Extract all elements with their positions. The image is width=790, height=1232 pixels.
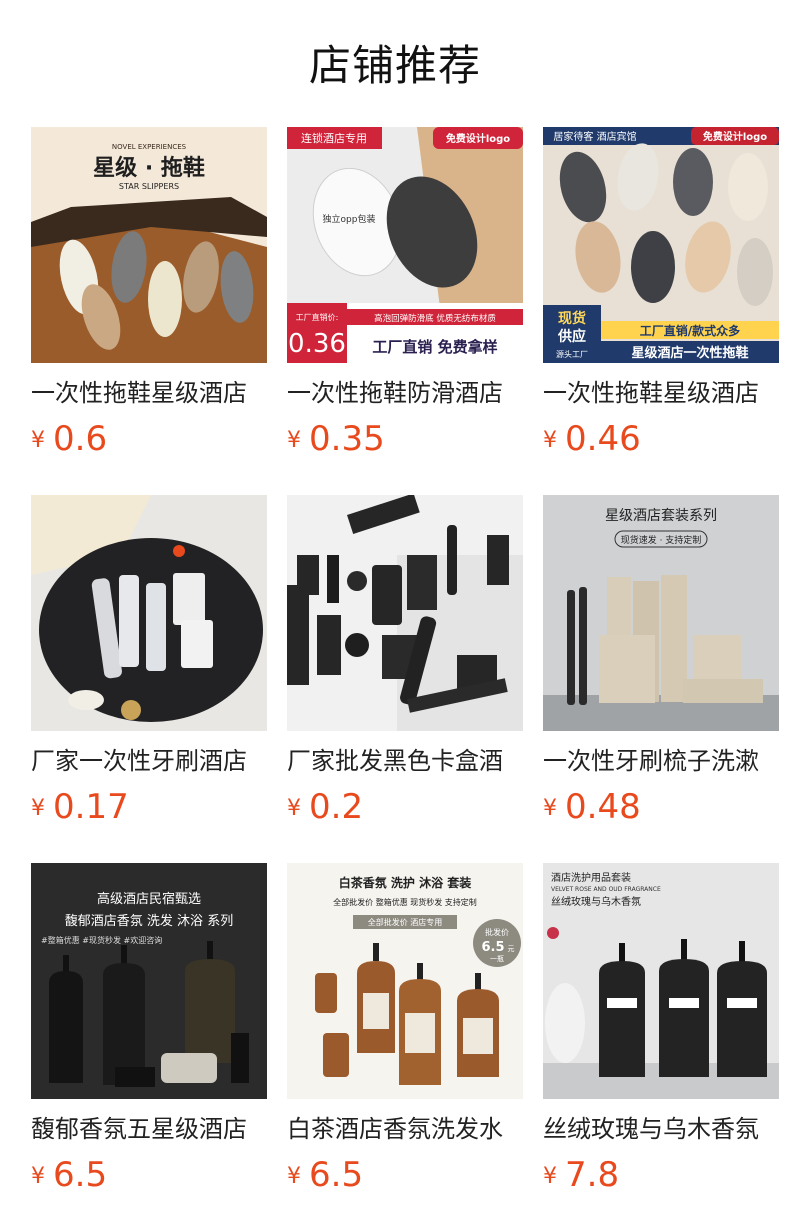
product-name[interactable]: 厂家一次性牙刷酒店 [31,743,267,779]
image-caption: 高级酒店民宿甄选 [97,891,201,907]
currency-symbol: ¥ [287,1164,301,1189]
product-card[interactable]: 酒店洗护用品套装 VELVET ROSE AND OUD FRAGRANCE 丝… [543,863,779,1231]
product-price: ¥0.17 [31,783,267,831]
product-name[interactable]: 丝绒玫瑰与乌木香氛 [543,1111,779,1147]
toiletry-kit-image[interactable] [31,495,267,731]
slippers-image[interactable]: 连锁酒店专用 免费设计logo 独立opp包装 工厂直销价: 0.36 高泡回弹… [287,127,523,363]
product-name[interactable]: 一次性拖鞋星级酒店 [31,375,267,411]
product-name[interactable]: 馥郁香氛五星级酒店 [31,1111,267,1147]
slippers-image[interactable]: NOVEL EXPERIENCES 星级 · 拖鞋 STAR SLIPPERS [31,127,267,363]
image-caption: 工厂直销 免费拿样 [372,338,497,356]
image-caption: 星级 · 拖鞋 [93,155,205,181]
image-caption: 全部批发价 酒店专用 [368,917,443,927]
product-card[interactable]: NOVEL EXPERIENCES 星级 · 拖鞋 STAR SLIPPERS … [31,127,267,495]
product-price: ¥6.5 [31,1151,267,1199]
product-card[interactable]: 白茶香氛 洗护 沐浴 套装 全部批发价 整箱优惠 现货秒发 支持定制 全部批发价… [287,863,523,1231]
price-value: 0.6 [53,419,108,459]
image-caption: 酒店洗护用品套装 [551,871,631,884]
image-caption: 免费设计logo [703,130,767,143]
image-caption: #整箱优惠 #现货秒发 #欢迎咨询 [41,935,162,945]
currency-symbol: ¥ [543,1164,557,1189]
currency-symbol: ¥ [287,428,301,453]
image-caption: 连锁酒店专用 [301,131,367,145]
image-caption: STAR SLIPPERS [119,182,179,191]
toiletry-kit-image[interactable] [287,495,523,731]
product-card[interactable]: 连锁酒店专用 免费设计logo 独立opp包装 工厂直销价: 0.36 高泡回弹… [287,127,523,495]
currency-symbol: ¥ [543,796,557,821]
image-caption: 居家待客 酒店宾馆 [553,130,636,143]
image-caption: 高泡回弹防滑底 优质无纺布材质 [374,313,496,324]
shampoo-bottles-image[interactable]: 高级酒店民宿甄选 馥郁酒店香氛 洗发 沐浴 系列 #整箱优惠 #现货秒发 #欢迎… [31,863,267,1099]
image-caption: 丝绒玫瑰与乌木香氛 [551,895,641,908]
product-card[interactable]: 星级酒店套装系列 现货速发 · 支持定制 一次性牙刷梳子洗漱 ¥0.48 [543,495,779,863]
product-card[interactable]: 居家待客 酒店宾馆 免费设计logo 现货 供应 源头工厂 工厂直销/款式众多 … [543,127,779,495]
shampoo-bottles-image[interactable]: 白茶香氛 洗护 沐浴 套装 全部批发价 整箱优惠 现货秒发 支持定制 全部批发价… [287,863,523,1099]
shampoo-bottles-image[interactable]: 酒店洗护用品套装 VELVET ROSE AND OUD FRAGRANCE 丝… [543,863,779,1099]
price-value: 6.5 [309,1155,364,1195]
product-price: ¥0.2 [287,783,523,831]
image-caption: 现货 [558,310,586,327]
product-card[interactable]: 高级酒店民宿甄选 馥郁酒店香氛 洗发 沐浴 系列 #整箱优惠 #现货秒发 #欢迎… [31,863,267,1231]
price-value: 0.48 [565,787,641,827]
currency-symbol: ¥ [31,428,45,453]
toothbrush-box-image[interactable]: 星级酒店套装系列 现货速发 · 支持定制 [543,495,779,731]
image-caption: 星级酒店套装系列 [605,508,717,524]
product-name[interactable]: 一次性牙刷梳子洗漱 [543,743,779,779]
image-caption: 现货速发 · 支持定制 [621,534,702,546]
image-caption: 免费设计logo [446,132,510,145]
image-caption: 供应 [557,328,586,345]
image-caption: 全部批发价 整箱优惠 现货秒发 支持定制 [333,897,477,907]
product-card[interactable]: 厂家批发黑色卡盒酒 ¥0.2 [287,495,523,863]
product-price: ¥0.46 [543,415,779,463]
image-caption: 星级酒店一次性拖鞋 [631,345,748,361]
page-title: 店铺推荐 [308,41,481,90]
image-caption: 工厂直销/款式众多 [640,323,740,338]
product-price: ¥0.35 [287,415,523,463]
price-value: 0.46 [565,419,641,459]
price-value: 6.5 [53,1155,108,1195]
product-price: ¥0.6 [31,415,267,463]
product-grid: NOVEL EXPERIENCES 星级 · 拖鞋 STAR SLIPPERS … [31,127,781,1231]
product-name[interactable]: 一次性拖鞋星级酒店 [543,375,779,411]
image-caption: 工厂直销价: [296,312,339,322]
currency-symbol: ¥ [287,796,301,821]
product-price: ¥6.5 [287,1151,523,1199]
price-value: 7.8 [565,1155,620,1195]
product-name[interactable]: 一次性拖鞋防滑酒店 [287,375,523,411]
price-value: 0.17 [53,787,129,827]
image-caption: NOVEL EXPERIENCES [112,143,187,151]
currency-symbol: ¥ [543,428,557,453]
product-card[interactable]: 厂家一次性牙刷酒店 ¥0.17 [31,495,267,863]
image-caption: 馥郁酒店香氛 洗发 沐浴 系列 [65,913,233,929]
slippers-image[interactable]: 居家待客 酒店宾馆 免费设计logo 现货 供应 源头工厂 工厂直销/款式众多 … [543,127,779,363]
image-caption: 白茶香氛 洗护 沐浴 套装 [339,875,472,890]
price-value: 0.35 [309,419,385,459]
product-price: ¥0.48 [543,783,779,831]
image-caption: 0.36 [288,329,346,359]
image-caption: 独立opp包装 [323,213,376,225]
product-name[interactable]: 白茶酒店香氛洗发水 [287,1111,523,1147]
product-name[interactable]: 厂家批发黑色卡盒酒 [287,743,523,779]
currency-symbol: ¥ [31,796,45,821]
product-price: ¥7.8 [543,1151,779,1199]
price-value: 0.2 [309,787,364,827]
image-caption: 一瓶 [490,954,504,963]
image-caption: 批发价 [485,927,509,937]
image-caption: VELVET ROSE AND OUD FRAGRANCE [551,886,661,893]
image-caption: 源头工厂 [556,349,588,359]
image-caption: 元 [508,945,515,953]
image-caption: 6.5 [481,940,504,955]
currency-symbol: ¥ [31,1164,45,1189]
